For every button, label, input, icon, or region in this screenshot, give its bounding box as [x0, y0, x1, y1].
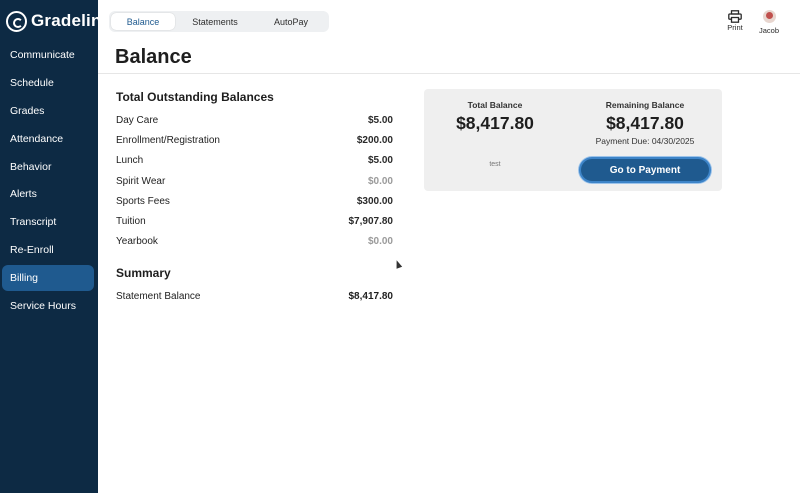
balances-list: Day Care $5.00 Enrollment/Registration $20… — [116, 110, 393, 252]
sidebar-item-label: Transcript — [10, 216, 57, 229]
gradelink-logo[interactable]: Gradelink — [6, 9, 111, 33]
balance-note: test — [489, 161, 501, 168]
printer-icon — [728, 10, 742, 23]
sidebar-item-label: Schedule — [10, 76, 54, 89]
sidebar-item-label: Alerts — [10, 188, 37, 201]
print-label: Print — [727, 23, 743, 32]
total-balance-label: Total Balance — [467, 100, 523, 110]
page-title: Balance — [115, 46, 192, 68]
balance-label: Yearbook — [116, 236, 158, 248]
total-balance-value: $8,417.80 — [456, 113, 534, 133]
mouse-cursor-icon — [393, 259, 403, 269]
balance-row-day-care: Day Care $5.00 — [116, 110, 393, 130]
balance-card: Total Balance $8,417.80 test Remaining B… — [424, 89, 722, 191]
billing-tabs: Balance Statements AutoPay — [109, 11, 329, 32]
sidebar-item-grades[interactable]: Grades — [0, 97, 98, 125]
sidebar-item-label: Communicate — [10, 48, 75, 61]
balance-amount: $5.00 — [367, 114, 393, 126]
balance-label: Spirit Wear — [116, 175, 166, 187]
sidebar-item-transcript[interactable]: Transcript — [0, 208, 98, 236]
payment-due-date: Payment Due: 04/30/2025 — [595, 136, 695, 146]
balance-amount: $0.00 — [367, 236, 393, 248]
balance-label: Sports Fees — [116, 195, 170, 207]
tab-statements[interactable]: Statements — [175, 13, 255, 30]
balance-label: Day Care — [116, 114, 159, 126]
sidebar-item-schedule[interactable]: Schedule — [0, 69, 98, 97]
sidebar-item-communicate[interactable]: Communicate — [0, 41, 98, 69]
sidebar-item-label: Service Hours — [10, 299, 76, 312]
balance-label: Enrollment/Registration — [116, 134, 220, 146]
sidebar-item-re-enroll[interactable]: Re-Enroll — [0, 236, 98, 264]
sidebar-item-label: Billing — [10, 272, 39, 285]
statement-balance-amount: $8,417.80 — [348, 290, 394, 302]
statement-balance-row: Statement Balance $8,417.80 — [116, 288, 393, 304]
print-button[interactable]: Print — [725, 10, 745, 32]
balance-row-tuition: Tuition $7,907.80 — [116, 211, 393, 231]
sidebar-item-behavior[interactable]: Behavior — [0, 153, 98, 181]
user-menu[interactable]: Jacob — [757, 10, 781, 35]
balance-amount: $200.00 — [356, 134, 393, 146]
balance-amount: $300.00 — [356, 195, 393, 207]
tab-balance[interactable]: Balance — [111, 13, 175, 30]
sidebar-item-service-hours[interactable]: Service Hours — [0, 292, 98, 320]
sidebar-item-billing[interactable]: Billing — [0, 264, 98, 292]
remaining-balance-label: Remaining Balance — [605, 100, 685, 110]
logo-text: Gradelink — [31, 11, 112, 30]
balance-label: Lunch — [116, 155, 144, 167]
balance-row-enrollment: Enrollment/Registration $200.00 — [116, 130, 393, 150]
user-name: Jacob — [758, 26, 779, 35]
remaining-balance-value: $8,417.80 — [606, 113, 684, 133]
sidebar-item-label: Re-Enroll — [10, 244, 54, 257]
balance-row-spirit-wear: Spirit Wear $0.00 — [116, 171, 393, 191]
sidebar-nav: Communicate Schedule Grades Attendance B… — [0, 41, 98, 320]
balance-amount: $7,907.80 — [348, 216, 394, 228]
balance-label: Tuition — [116, 216, 146, 228]
outstanding-balances-title: Total Outstanding Balances — [116, 90, 274, 104]
header-divider — [98, 73, 800, 74]
avatar — [762, 10, 776, 23]
statement-balance-label: Statement Balance — [116, 290, 201, 302]
gradelink-logo-icon — [6, 10, 27, 32]
sidebar-item-label: Grades — [10, 104, 45, 117]
sidebar-item-label: Attendance — [10, 132, 64, 145]
remaining-balance: Remaining Balance $8,417.80 Payment Due:… — [574, 100, 716, 146]
summary-title: Summary — [116, 266, 171, 280]
sidebar: Gradelink Communicate Schedule Grades At… — [0, 0, 111, 493]
sidebar-item-attendance[interactable]: Attendance — [0, 125, 98, 153]
balance-amount: $5.00 — [367, 155, 393, 167]
go-to-payment-button[interactable]: Go to Payment — [579, 157, 711, 183]
sidebar-item-label: Behavior — [10, 160, 52, 173]
balance-row-lunch: Lunch $5.00 — [116, 151, 393, 171]
sidebar-item-alerts[interactable]: Alerts — [0, 180, 98, 208]
balance-amount: $0.00 — [367, 175, 393, 187]
balance-row-yearbook: Yearbook $0.00 — [116, 232, 393, 252]
balance-row-sports-fees: Sports Fees $300.00 — [116, 191, 393, 211]
tab-autopay[interactable]: AutoPay — [255, 13, 327, 30]
total-balance: Total Balance $8,417.80 — [424, 100, 566, 134]
